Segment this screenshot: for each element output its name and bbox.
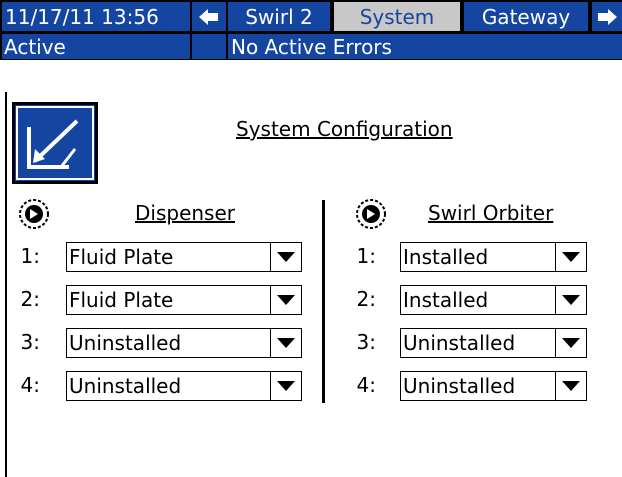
edit-config-button[interactable] (12, 102, 98, 184)
orbiter-3-value: Uninstalled (401, 329, 556, 357)
dropdown-arrow-icon[interactable] (271, 372, 301, 400)
orbiter-2-value: Installed (401, 286, 556, 314)
knob-icon (356, 199, 386, 229)
dispenser-3-value: Uninstalled (67, 329, 271, 357)
status-indicator (192, 34, 226, 59)
orbiter-1-select[interactable]: Installed (400, 242, 587, 272)
orbiter-row-3-label: 3: (356, 330, 376, 354)
dispenser-row-2-label: 2: (20, 287, 40, 311)
orbiter-row-4-label: 4: (356, 373, 376, 397)
dispenser-4-select[interactable]: Uninstalled (66, 371, 302, 401)
edit-config-icon (27, 119, 79, 169)
dropdown-arrow-icon[interactable] (556, 286, 586, 314)
top-bar: 11/17/11 13:56 Swirl 2 System Gateway (0, 0, 622, 33)
next-screen-button[interactable] (592, 2, 622, 31)
column-divider (322, 200, 325, 403)
dropdown-arrow-icon[interactable] (556, 243, 586, 271)
orbiter-4-select[interactable]: Uninstalled (400, 371, 587, 401)
dropdown-arrow-icon[interactable] (556, 372, 586, 400)
dispenser-4-value: Uninstalled (67, 372, 271, 400)
status-text: Active (2, 34, 190, 59)
dispenser-heading: Dispenser (135, 201, 235, 225)
orbiter-3-select[interactable]: Uninstalled (400, 328, 587, 358)
arrow-left-icon (199, 8, 218, 25)
dispenser-row-4-label: 4: (20, 373, 40, 397)
dispenser-row-3-label: 3: (20, 330, 40, 354)
tab-gateway[interactable]: Gateway (464, 2, 588, 31)
dispenser-3-select[interactable]: Uninstalled (66, 328, 302, 358)
prev-screen-button[interactable] (192, 2, 226, 31)
frame-border (5, 92, 7, 477)
tab-swirl-2[interactable]: Swirl 2 (228, 2, 330, 31)
tab-system[interactable]: System (334, 2, 460, 31)
orbiter-2-select[interactable]: Installed (400, 285, 587, 315)
datetime: 11/17/11 13:56 (2, 2, 190, 31)
orbiter-row-1-label: 1: (356, 244, 376, 268)
page-title: System Configuration (236, 117, 453, 141)
dispenser-row-1-label: 1: (20, 244, 40, 268)
orbiter-1-value: Installed (401, 243, 556, 271)
orbiter-row-2-label: 2: (356, 287, 376, 311)
arrow-right-icon (598, 8, 617, 25)
orbiter-4-value: Uninstalled (401, 372, 556, 400)
dispenser-2-value: Fluid Plate (67, 286, 271, 314)
dispenser-1-value: Fluid Plate (67, 243, 271, 271)
orbiter-heading: Swirl Orbiter (428, 201, 554, 225)
error-status: No Active Errors (228, 34, 622, 59)
status-bar: Active No Active Errors (0, 33, 622, 60)
dropdown-arrow-icon[interactable] (556, 329, 586, 357)
knob-icon (19, 199, 49, 229)
dropdown-arrow-icon[interactable] (271, 329, 301, 357)
dropdown-arrow-icon[interactable] (271, 243, 301, 271)
dispenser-1-select[interactable]: Fluid Plate (66, 242, 302, 272)
dispenser-2-select[interactable]: Fluid Plate (66, 285, 302, 315)
dropdown-arrow-icon[interactable] (271, 286, 301, 314)
